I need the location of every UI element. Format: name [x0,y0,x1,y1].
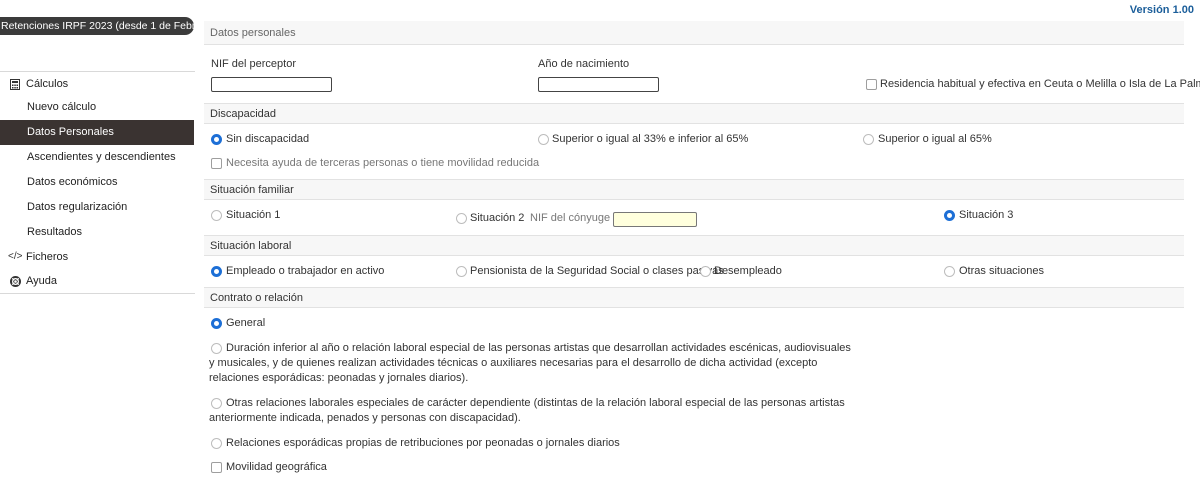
radio-desempleado[interactable] [700,266,711,277]
nif-perceptor-label: NIF del perceptor [211,58,296,70]
option-label: General [226,317,266,329]
sidebar-divider [0,293,195,294]
movilidad-geografica-checkbox[interactable] [211,462,222,473]
option-label: Sin discapacidad [226,133,310,145]
option-label: Situación 2 [470,212,525,224]
option-label: Superior o igual al 33% e inferior al 65… [552,133,749,145]
radio-otras-situaciones[interactable] [944,266,955,277]
code-icon: </> [8,251,23,262]
app-title: Retenciones IRPF 2023 (desde 1 de Febrer… [0,17,194,35]
nif-conyuge-input[interactable] [613,212,697,227]
sidebar-item-datos-economicos[interactable]: Datos económicos [0,170,194,195]
sidebar-item-datos-personales[interactable]: Datos Personales [0,120,194,145]
sidebar-item-nuevo-calculo[interactable]: Nuevo cálculo [0,95,194,120]
ano-nacimiento-input[interactable] [538,77,659,92]
option-label: Situación 1 [226,209,281,221]
sidebar-group-ayuda[interactable]: Ayuda [0,269,194,293]
ayuda-terceros-label: Necesita ayuda de terceras personas o ti… [226,157,540,169]
option-label: Duración inferior al año o relación labo… [209,342,851,384]
version-label: Versión 1.00 [1129,4,1194,16]
option-label: Situación 3 [959,209,1014,221]
radio-contrato-general[interactable] [211,318,222,329]
sidebar-item-datos-regularizacion[interactable]: Datos regularización [0,195,194,220]
lifebuoy-icon [8,269,22,296]
nif-perceptor-input[interactable] [211,77,332,92]
sidebar-group-label: Cálculos [26,78,69,90]
radio-sin-discapacidad[interactable] [211,134,222,145]
radio-pensionista[interactable] [456,266,467,277]
nif-conyuge-label: NIF del cónyuge [530,212,611,224]
sidebar-group-label: Ayuda [26,275,57,287]
residencia-label: Residencia habitual y efectiva en Ceuta … [880,78,1200,90]
option-label: Otras relaciones laborales especiales de… [209,397,845,424]
option-label: Superior o igual al 65% [878,133,992,145]
sidebar-item-ascendientes-descendientes[interactable]: Ascendientes y descendientes [0,145,194,170]
radio-situacion-3[interactable] [944,210,955,221]
section-header-contrato: Contrato o relación [204,287,1184,308]
radio-situacion-2[interactable] [456,213,467,224]
radio-situacion-1[interactable] [211,210,222,221]
sidebar-group-ficheros[interactable]: </> Ficheros [0,245,194,269]
sidebar-group-label: Ficheros [26,251,69,263]
ayuda-terceros-checkbox[interactable] [211,158,222,169]
option-label: Empleado o trabajador en activo [226,265,385,277]
sidebar-group-calculos[interactable]: Cálculos [0,72,194,96]
ano-nacimiento-label: Año de nacimiento [538,58,630,70]
section-header-discapacidad: Discapacidad [204,103,1184,124]
radio-discapacidad-65[interactable] [863,134,874,145]
option-label: Otras situaciones [959,265,1044,277]
movilidad-geografica-label: Movilidad geográfica [226,461,327,473]
sidebar-item-resultados[interactable]: Resultados [0,220,194,245]
section-header-situacion-laboral: Situación laboral [204,235,1184,256]
section-header-situacion-familiar: Situación familiar [204,179,1184,200]
radio-empleado-activo[interactable] [211,266,222,277]
option-label: Desempleado [714,265,782,277]
section-header-datos-personales: Datos personales [204,21,1184,45]
radio-discapacidad-33-65[interactable] [538,134,549,145]
radio-contrato-esporadicas[interactable] [211,438,222,449]
option-label: Pensionista de la Seguridad Social o cla… [470,265,724,277]
residencia-checkbox[interactable] [866,79,877,90]
option-label: Relaciones esporádicas propias de retrib… [226,437,620,449]
